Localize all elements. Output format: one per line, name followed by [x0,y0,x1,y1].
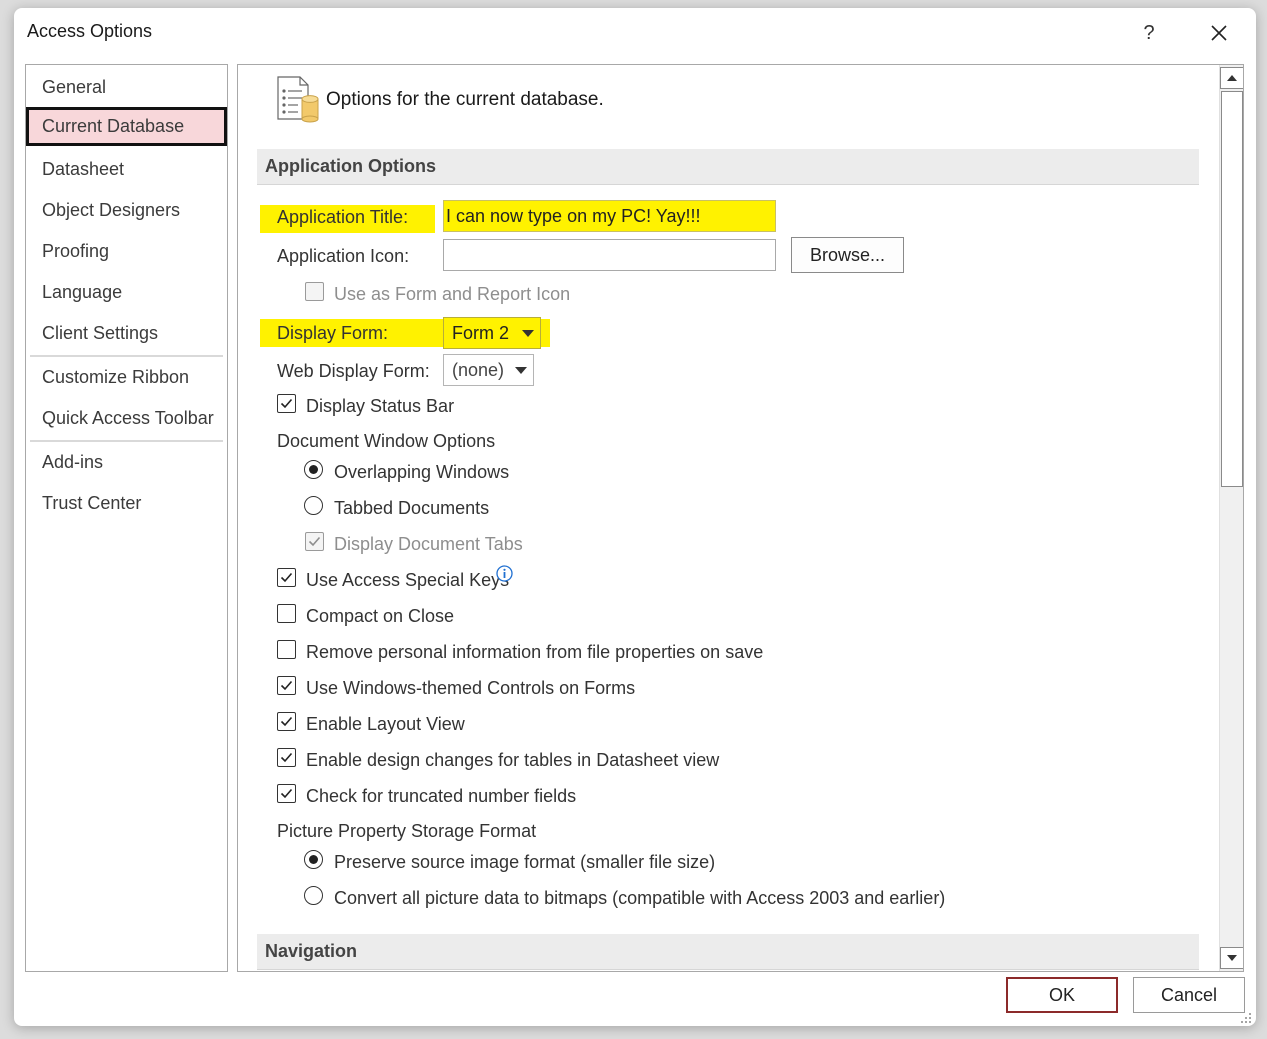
use-access-special-keys-checkbox[interactable] [277,568,296,587]
preserve-format-radio[interactable] [304,850,323,869]
use-as-form-icon-checkbox[interactable] [305,282,324,301]
sidebar-item-general[interactable]: General [26,68,227,107]
check-truncated-checkbox[interactable] [277,784,296,803]
close-icon [1211,25,1227,41]
scroll-down-button[interactable] [1220,947,1243,969]
help-button[interactable]: ? [1134,18,1164,48]
resize-grip-icon[interactable] [1240,1012,1252,1024]
chevron-down-icon [522,330,534,337]
sidebar-item-datasheet[interactable]: Datasheet [26,150,227,189]
remove-personal-info-checkbox[interactable] [277,640,296,659]
use-access-special-keys-label: Use Access Special Keys [306,570,510,590]
display-document-tabs-checkbox[interactable] [305,532,324,551]
display-form-label: Display Form: [277,323,389,343]
display-form-value: Form 2 [452,323,510,343]
sidebar-item-proofing[interactable]: Proofing [26,232,227,271]
display-status-bar-checkbox[interactable] [277,394,296,413]
web-display-form-dropdown[interactable]: (none) [443,354,534,386]
checkmark-icon [280,716,293,727]
ok-button[interactable]: OK [1006,977,1118,1013]
windows-themed-controls-label: Use Windows-themed Controls on Forms [306,678,636,698]
arrow-up-icon [1227,75,1237,81]
checkmark-icon [308,536,321,547]
sidebar-item-trust-center[interactable]: Trust Center [26,484,227,523]
remove-personal-info-label: Remove personal information from file pr… [306,642,764,662]
browse-button[interactable]: Browse... [791,237,904,273]
options-content-panel: Options for the current database. Applic… [237,64,1244,972]
application-icon-input[interactable] [443,239,776,271]
application-title-label: Application Title: [277,207,409,227]
checkmark-icon [280,398,293,409]
sidebar-item-language[interactable]: Language [26,273,227,312]
cancel-button[interactable]: Cancel [1133,977,1245,1013]
sidebar-divider [30,355,223,357]
close-button[interactable] [1204,18,1234,48]
checkmark-icon [280,572,293,583]
sidebar-item-add-ins[interactable]: Add-ins [26,443,227,482]
page-title: Options for the current database. [326,89,604,110]
application-icon-label: Application Icon: [277,246,410,266]
sidebar-item-quick-access-toolbar[interactable]: Quick Access Toolbar [26,399,227,438]
web-display-form-label: Web Display Form: [277,361,430,381]
sidebar-item-client-settings[interactable]: Client Settings [26,314,227,353]
web-display-form-value: (none) [452,360,505,380]
preserve-format-label: Preserve source image format (smaller fi… [334,852,716,872]
checkmark-icon [280,788,293,799]
enable-design-changes-label: Enable design changes for tables in Data… [306,750,720,770]
document-window-options-label: Document Window Options [277,431,496,451]
vertical-scrollbar[interactable] [1219,65,1243,971]
overlapping-windows-label: Overlapping Windows [334,462,510,482]
convert-bitmaps-label: Convert all picture data to bitmaps (com… [334,888,946,908]
windows-themed-controls-checkbox[interactable] [277,676,296,695]
sidebar-item-current-database[interactable]: Current Database [26,107,227,146]
picture-storage-label: Picture Property Storage Format [277,821,537,841]
sidebar-item-customize-ribbon[interactable]: Customize Ribbon [26,358,227,397]
scroll-up-button[interactable] [1220,67,1243,89]
database-options-icon [277,76,319,123]
display-form-dropdown[interactable]: Form 2 [443,317,541,349]
arrow-down-icon [1227,955,1237,961]
section-header-navigation: Navigation [257,934,1199,970]
use-as-form-icon-label: Use as Form and Report Icon [334,284,571,304]
enable-layout-view-checkbox[interactable] [277,712,296,731]
display-document-tabs-label: Display Document Tabs [334,534,523,554]
checkmark-icon [280,752,293,763]
dialog-title: Access Options [27,21,153,41]
radio-dot-icon [309,855,318,864]
title-bar: Access Options ? [14,8,1256,56]
application-title-input[interactable]: I can now type on my PC! Yay!!! [443,200,776,232]
overlapping-windows-radio[interactable] [304,460,323,479]
compact-on-close-label: Compact on Close [306,606,455,626]
sidebar-divider [30,440,223,442]
chevron-down-icon [515,367,527,374]
check-truncated-label: Check for truncated number fields [306,786,577,806]
options-sidebar: General Current Database Datasheet Objec… [25,64,228,972]
enable-layout-view-label: Enable Layout View [306,714,465,734]
scrollbar-thumb[interactable] [1221,91,1243,487]
tabbed-documents-label: Tabbed Documents [334,498,490,518]
section-header-application-options: Application Options [257,149,1199,185]
tabbed-documents-radio[interactable] [304,496,323,515]
radio-dot-icon [309,465,318,474]
compact-on-close-checkbox[interactable] [277,604,296,623]
sidebar-item-object-designers[interactable]: Object Designers [26,191,227,230]
access-options-dialog: Access Options ? General Current Databas… [14,8,1256,1026]
checkmark-icon [280,680,293,691]
convert-bitmaps-radio[interactable] [304,886,323,905]
info-icon[interactable] [496,565,513,582]
display-status-bar-label: Display Status Bar [306,396,455,416]
enable-design-changes-checkbox[interactable] [277,748,296,767]
